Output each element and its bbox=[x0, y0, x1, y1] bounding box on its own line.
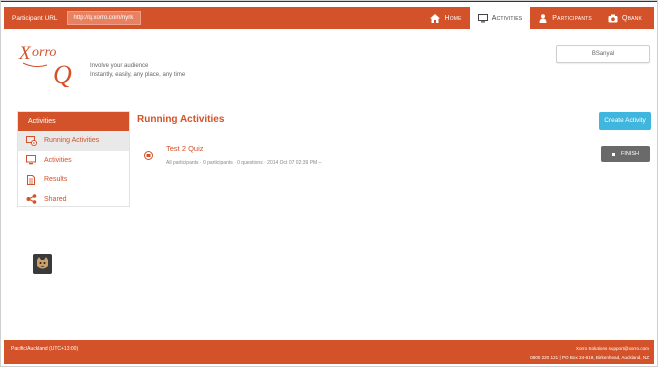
sidebar-item-label: Running Activities bbox=[44, 137, 100, 145]
svg-text:X: X bbox=[18, 43, 32, 64]
home-icon bbox=[430, 13, 441, 23]
main-nav: Home Activities Participants Qbank bbox=[422, 7, 650, 29]
sidebar-item-activities[interactable]: Activities bbox=[18, 151, 129, 171]
footer-contact: Xorro Solutions support@xorro.com 0800 2… bbox=[530, 344, 649, 362]
finish-button[interactable]: FINISH bbox=[601, 146, 650, 162]
document-icon bbox=[27, 174, 35, 185]
top-nav-bar: Participant URL http://q.xorro.com/nyrk … bbox=[4, 7, 654, 29]
participant-url-field[interactable]: http://q.xorro.com/nyrk bbox=[66, 11, 141, 25]
sidebar-item-label: Shared bbox=[44, 195, 67, 203]
sidebar-item-results[interactable]: Results bbox=[18, 170, 129, 190]
sidebar-item-running-activities[interactable]: Running Activities bbox=[18, 131, 129, 151]
monitor-icon bbox=[26, 155, 36, 165]
running-activities-icon bbox=[26, 135, 37, 146]
tagline-line-1: Involve your audience bbox=[90, 63, 149, 69]
stop-icon bbox=[611, 152, 615, 156]
person-icon bbox=[539, 13, 547, 23]
finish-button-label: FINISH bbox=[620, 151, 640, 157]
sidebar-heading: Activities bbox=[18, 112, 129, 131]
create-activity-button[interactable]: Create Activity bbox=[599, 112, 651, 130]
nav-home-label: Home bbox=[444, 14, 462, 22]
window-top-border bbox=[0, 0, 658, 5]
nav-qbank[interactable]: Qbank bbox=[600, 7, 650, 29]
user-menu[interactable]: BSanyal bbox=[556, 45, 650, 63]
page-title: Running Activities bbox=[137, 114, 225, 125]
footer-contact-line-1: Xorro Solutions support@xorro.com bbox=[575, 346, 649, 351]
nav-participants[interactable]: Participants bbox=[530, 7, 600, 29]
footer: Pacific/Auckland (UTC+13:00) Xorro Solut… bbox=[4, 340, 654, 364]
sidebar-item-label: Results bbox=[44, 176, 68, 184]
footer-contact-line-2: 0800 220 121 | PO Box 34-619, Birkenhead… bbox=[530, 355, 649, 360]
brand-tagline: Involve your audience Instantly, easily,… bbox=[90, 62, 185, 80]
svg-text:Q: Q bbox=[53, 60, 72, 87]
camera-icon bbox=[608, 14, 618, 22]
activity-title-link[interactable]: Test 2 Quiz bbox=[166, 144, 204, 153]
svg-text:orro: orro bbox=[32, 45, 56, 60]
participant-url-label: Participant URL bbox=[12, 14, 58, 22]
sidebar: Activities Running Activities Activities… bbox=[17, 111, 130, 207]
share-icon bbox=[26, 194, 37, 205]
nav-activities-label: Activities bbox=[491, 14, 523, 22]
activity-running-icon bbox=[144, 151, 153, 160]
user-avatar[interactable] bbox=[33, 254, 52, 274]
nav-participants-label: Participants bbox=[552, 14, 592, 22]
nav-activities[interactable]: Activities bbox=[469, 7, 531, 29]
sidebar-item-label: Activities bbox=[44, 156, 72, 164]
tagline-line-2: Instantly, easily, any place, any time bbox=[90, 72, 186, 78]
sidebar-item-shared[interactable]: Shared bbox=[18, 190, 129, 210]
nav-qbank-label: Qbank bbox=[621, 14, 642, 22]
activity-meta: All participants · 0 participants · 0 qu… bbox=[166, 160, 322, 166]
nav-home[interactable]: Home bbox=[422, 7, 469, 29]
xorro-q-logo[interactable]: X orro Q bbox=[17, 37, 83, 87]
monitor-icon bbox=[477, 13, 488, 22]
timezone-label: Pacific/Auckland (UTC+13:00) bbox=[11, 346, 79, 352]
